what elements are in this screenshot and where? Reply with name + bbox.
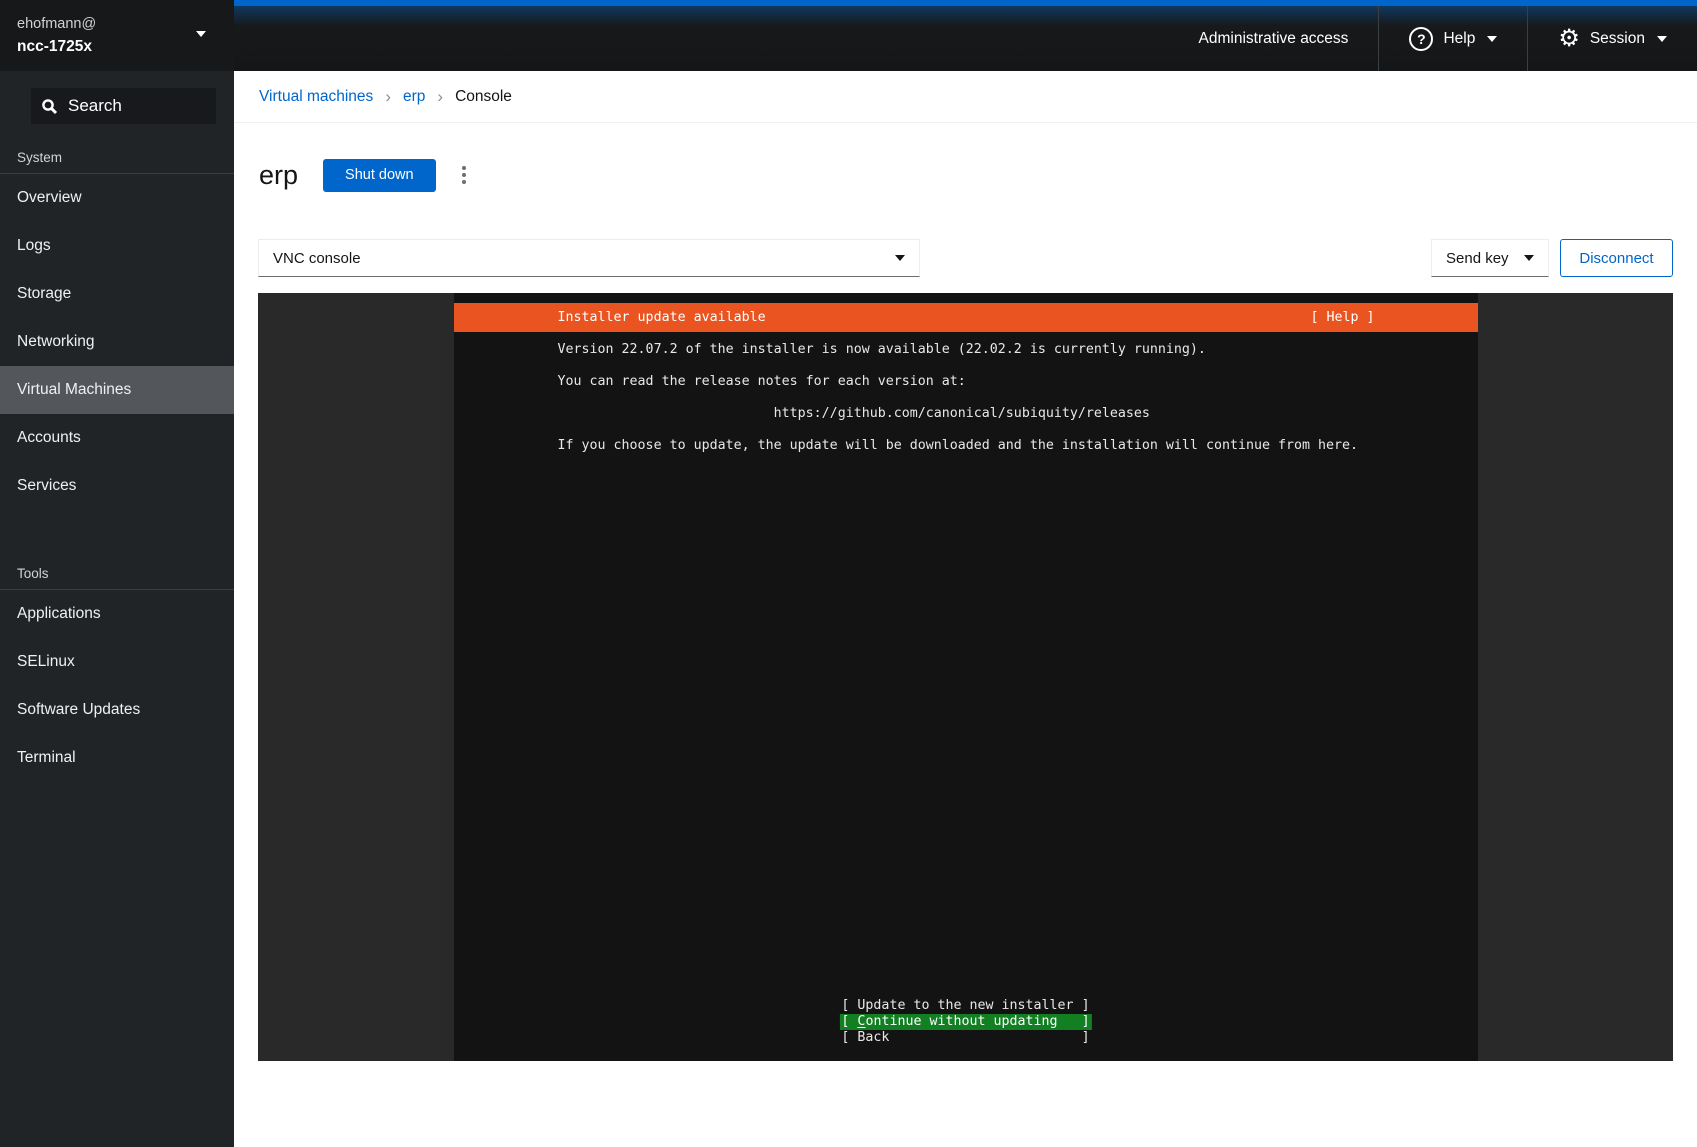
search-icon: [41, 98, 58, 115]
session-menu[interactable]: ⚙ Session: [1528, 6, 1697, 71]
chevron-down-icon: [196, 31, 206, 37]
sidebar-item-software-updates[interactable]: Software Updates: [0, 686, 234, 734]
installer-help-link[interactable]: [ Help ]: [1310, 310, 1374, 325]
console-type-value: VNC console: [273, 250, 361, 267]
session-label: Session: [1590, 30, 1645, 48]
sidebar: ehofmann@ ncc-1725x System Overview Logs…: [0, 0, 234, 1147]
sidebar-item-overview[interactable]: Overview: [0, 174, 234, 222]
installer-message: Version 22.07.2 of the installer is now …: [558, 342, 1359, 470]
installer-line-url: https://github.com/canonical/subiquity/r…: [558, 406, 1359, 422]
sidebar-item-applications[interactable]: Applications: [0, 590, 234, 638]
help-label: Help: [1443, 30, 1475, 48]
shut-down-button[interactable]: Shut down: [323, 159, 436, 192]
console-viewport: Installer update available [ Help ] Vers…: [258, 293, 1673, 1061]
installer-options: [ Update to the new installer ] [ Contin…: [841, 998, 1089, 1046]
installer-line-version: Version 22.07.2 of the installer is now …: [558, 342, 1359, 358]
admin-access-label: Administrative access: [1169, 6, 1379, 71]
chevron-down-icon: [895, 255, 905, 261]
search-input[interactable]: [68, 96, 206, 116]
gear-icon: ⚙: [1558, 27, 1580, 51]
nav-section-system: System: [0, 124, 234, 173]
breadcrumb-erp[interactable]: erp: [403, 88, 425, 106]
send-key-dropdown[interactable]: Send key: [1431, 239, 1549, 277]
sidebar-item-services[interactable]: Services: [0, 462, 234, 510]
page-header: erp Shut down: [259, 156, 1697, 194]
host-name: ncc-1725x: [17, 35, 218, 58]
chevron-right-icon: ›: [385, 87, 391, 107]
breadcrumb-console: Console: [455, 88, 512, 106]
console-type-select[interactable]: VNC console: [258, 239, 920, 277]
vnc-framebuffer[interactable]: Installer update available [ Help ] Vers…: [454, 293, 1478, 1061]
send-key-label: Send key: [1446, 250, 1509, 267]
chevron-down-icon: [1657, 36, 1667, 42]
sidebar-item-networking[interactable]: Networking: [0, 318, 234, 366]
option-update-installer[interactable]: [ Update to the new installer ]: [841, 998, 1089, 1014]
user-menu[interactable]: ehofmann@ ncc-1725x: [0, 0, 234, 71]
disconnect-button[interactable]: Disconnect: [1560, 239, 1673, 277]
installer-line-release-notes: You can read the release notes for each …: [558, 374, 1359, 390]
user-name: ehofmann@: [17, 14, 218, 35]
help-icon: ?: [1409, 27, 1433, 51]
sidebar-item-terminal[interactable]: Terminal: [0, 734, 234, 782]
chevron-down-icon: [1487, 36, 1497, 42]
main-content: Virtual machines › erp › Console erp Shu…: [234, 71, 1697, 1147]
sidebar-item-selinux[interactable]: SELinux: [0, 638, 234, 686]
hotkey-underline: C: [857, 1014, 865, 1029]
installer-header-bar: Installer update available [ Help ]: [454, 303, 1478, 332]
page-title: erp: [259, 160, 298, 191]
breadcrumb: Virtual machines › erp › Console: [234, 71, 1697, 123]
nav-section-tools: Tools: [0, 540, 234, 589]
installer-header-title: Installer update available: [558, 310, 766, 325]
top-accent-bar: [234, 0, 1697, 6]
option-back[interactable]: [ Back ]: [841, 1030, 1089, 1046]
breadcrumb-virtual-machines[interactable]: Virtual machines: [259, 88, 373, 106]
masthead: Administrative access ? Help ⚙ Session: [234, 0, 1697, 71]
sidebar-item-logs[interactable]: Logs: [0, 222, 234, 270]
kebab-menu-icon[interactable]: [448, 159, 480, 192]
sidebar-item-storage[interactable]: Storage: [0, 270, 234, 318]
chevron-down-icon: [1524, 255, 1534, 261]
chevron-right-icon: ›: [437, 87, 443, 107]
sidebar-item-accounts[interactable]: Accounts: [0, 414, 234, 462]
sidebar-item-virtual-machines[interactable]: Virtual Machines: [0, 366, 234, 414]
installer-line-update-info: If you choose to update, the update will…: [558, 438, 1359, 454]
help-menu[interactable]: ? Help: [1379, 6, 1527, 71]
option-continue-without-updating[interactable]: [ Continue without updating ]: [839, 1014, 1091, 1030]
console-toolbar: VNC console Send key Disconnect: [234, 239, 1697, 277]
search-box[interactable]: [31, 88, 216, 124]
